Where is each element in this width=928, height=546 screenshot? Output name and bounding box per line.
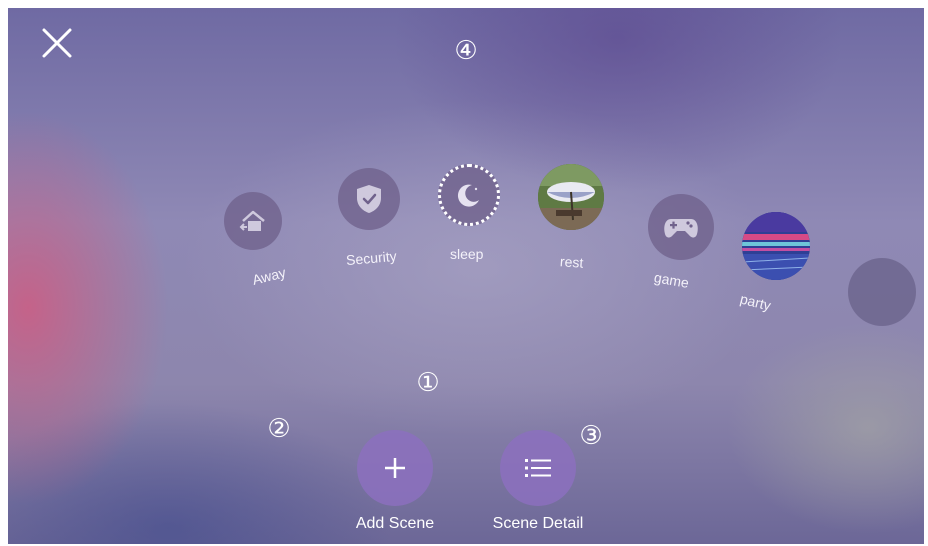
close-button[interactable] [40, 26, 74, 60]
scene-detail-button[interactable] [500, 430, 576, 506]
scene-security-label: Security [345, 247, 398, 269]
scene-game[interactable]: game [644, 194, 734, 294]
add-scene-label: Add Scene [355, 515, 435, 532]
scene-away-label: Away [250, 264, 288, 288]
scene-game-label: game [652, 269, 691, 291]
scene-rest-label: rest [559, 253, 584, 271]
scene-game-circle [648, 194, 714, 260]
scene-security-circle [338, 168, 400, 230]
scene-party-label: party [738, 290, 773, 314]
annotation-marker-4: ④ [454, 36, 478, 66]
scene-away-circle [224, 192, 282, 250]
gamepad-icon [664, 219, 698, 238]
annotation-marker-1: ① [416, 368, 440, 398]
scene-rest[interactable]: rest [534, 160, 614, 271]
scene-party[interactable]: party [738, 212, 828, 322]
list-icon [525, 459, 551, 477]
home-away-icon [239, 210, 265, 231]
scene-selector-screen: ④ Away Security sleep rest game party ① … [8, 8, 924, 544]
scene-rest-photo [538, 164, 604, 230]
scene-away[interactable]: Away [218, 192, 308, 292]
scene-sleep-label: sleep [450, 246, 484, 262]
umbrella-photo [538, 164, 604, 230]
scene-security[interactable]: Security [334, 168, 414, 268]
scene-sleep[interactable]: sleep [434, 160, 514, 262]
annotation-marker-2: ② [267, 414, 291, 444]
scene-party-photo [742, 212, 810, 280]
shield-check-icon [357, 185, 381, 213]
party-photo [742, 212, 810, 280]
close-icon [42, 28, 72, 58]
scene-detail-label: Scene Detail [492, 515, 584, 532]
moon-icon [457, 184, 479, 207]
scene-next[interactable] [848, 258, 918, 328]
annotation-marker-3: ③ [579, 421, 603, 451]
scene-next-circle [848, 258, 916, 326]
add-scene-button[interactable] [357, 430, 433, 506]
scene-sleep-circle [438, 164, 500, 226]
plus-icon [385, 458, 405, 478]
